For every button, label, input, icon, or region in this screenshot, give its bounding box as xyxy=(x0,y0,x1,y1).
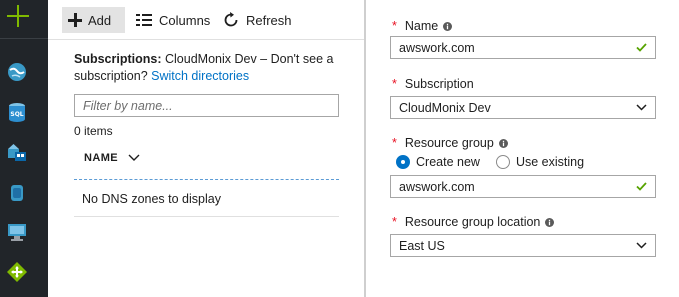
add-label: Add xyxy=(88,12,112,28)
columns-icon xyxy=(136,14,152,26)
location-label: * Resource group location xyxy=(392,215,555,229)
location-value: East US xyxy=(399,238,445,253)
name-column-label: NAME xyxy=(84,152,118,164)
required-marker: * xyxy=(392,19,397,33)
network-arrows-icon[interactable] xyxy=(6,261,28,283)
grid-row-divider xyxy=(74,216,339,217)
refresh-button[interactable]: Refresh xyxy=(223,7,292,33)
resource-group-label-text: Resource group xyxy=(404,136,494,150)
dns-zones-blade: Add Columns Refresh Subscriptions: Cloud… xyxy=(48,0,364,297)
nav-rail: SQL xyxy=(0,0,48,297)
chevron-down-icon xyxy=(636,104,647,111)
columns-label: Columns xyxy=(159,12,211,28)
subscription-label-text: Subscription xyxy=(404,77,474,91)
name-label-text: Name xyxy=(404,19,439,33)
location-label-text: Resource group location xyxy=(404,215,541,229)
plus-icon[interactable] xyxy=(6,4,30,28)
required-marker: * xyxy=(392,77,397,91)
create-new-option[interactable]: Create new xyxy=(396,155,480,169)
cloud-services-icon[interactable] xyxy=(6,142,28,164)
grid-header-divider xyxy=(74,179,339,180)
storage-cylinder-icon[interactable] xyxy=(6,182,28,204)
location-select[interactable]: East US xyxy=(390,234,656,257)
create-new-label: Create new xyxy=(416,155,480,169)
add-button[interactable]: Add xyxy=(62,7,125,33)
switch-directories-link[interactable]: Switch directories xyxy=(151,69,249,83)
info-icon[interactable] xyxy=(545,217,555,227)
subscription-info: Subscriptions: CloudMonix Dev – Don't se… xyxy=(74,51,344,85)
subscription-label: * Subscription xyxy=(392,77,474,91)
resource-group-radio-group: Create new Use existing xyxy=(396,155,600,169)
refresh-label: Refresh xyxy=(246,12,292,28)
chevron-down-icon xyxy=(636,242,647,249)
filter-input[interactable] xyxy=(74,94,339,117)
checkmark-icon xyxy=(636,182,647,191)
name-label: * Name xyxy=(392,19,453,33)
name-value: awswork.com xyxy=(399,40,475,55)
subscription-value: CloudMonix Dev xyxy=(399,100,491,115)
name-column-header[interactable]: NAME xyxy=(84,152,140,164)
subscriptions-prefix: Subscriptions: xyxy=(74,52,162,66)
info-icon[interactable] xyxy=(443,21,453,31)
resource-group-value: awswork.com xyxy=(399,179,475,194)
subscription-select[interactable]: CloudMonix Dev xyxy=(390,96,656,119)
use-existing-radio[interactable] xyxy=(495,155,510,169)
info-icon[interactable] xyxy=(498,138,508,148)
create-dns-zone-blade: * Name awswork.com * Subscription CloudM… xyxy=(366,0,679,297)
empty-list-message: No DNS zones to display xyxy=(82,192,221,206)
columns-button[interactable]: Columns xyxy=(136,7,210,33)
sql-database-icon[interactable]: SQL xyxy=(6,101,28,123)
use-existing-label: Use existing xyxy=(515,155,585,169)
dns-globe-icon[interactable] xyxy=(6,61,28,83)
resource-group-label: * Resource group xyxy=(392,136,508,150)
required-marker: * xyxy=(392,215,397,229)
svg-text:SQL: SQL xyxy=(10,111,23,118)
chevron-down-icon xyxy=(128,154,140,161)
refresh-icon xyxy=(224,12,238,27)
add-icon xyxy=(68,13,82,27)
name-field[interactable]: awswork.com xyxy=(390,36,656,59)
items-count: 0 items xyxy=(74,124,113,138)
checkmark-icon xyxy=(636,43,647,52)
command-bar: Add Columns Refresh xyxy=(48,0,364,40)
virtual-machine-icon[interactable] xyxy=(6,221,28,243)
rail-divider xyxy=(0,38,48,39)
create-new-radio[interactable] xyxy=(396,155,410,169)
resource-group-field[interactable]: awswork.com xyxy=(390,175,656,198)
use-existing-option[interactable]: Use existing xyxy=(495,155,585,169)
required-marker: * xyxy=(392,136,397,150)
